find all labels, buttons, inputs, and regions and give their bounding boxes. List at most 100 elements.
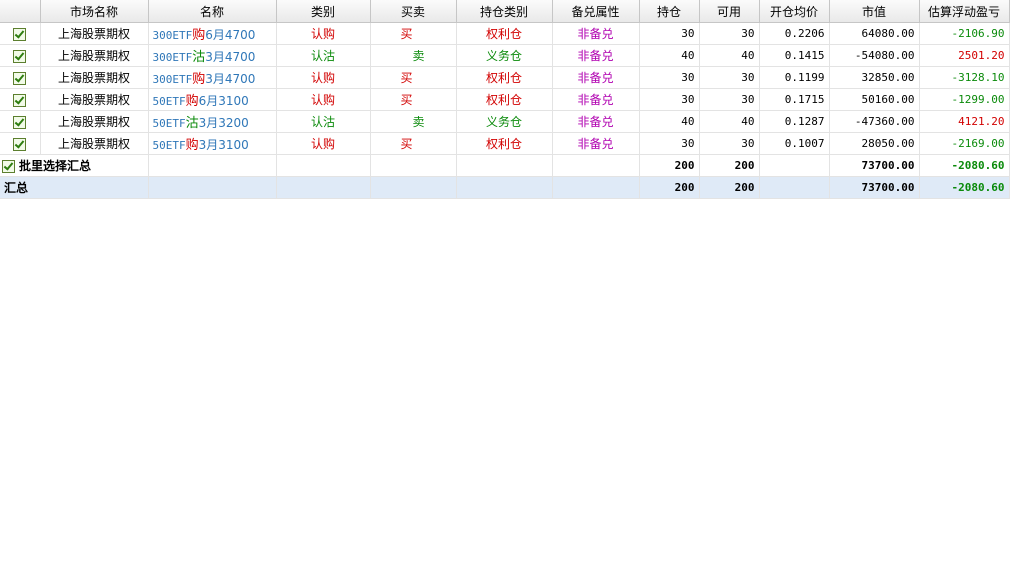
name-suffix: 6月4700 (205, 28, 256, 42)
name-char: 购 (192, 72, 206, 87)
header-position-type[interactable]: 持仓类别 (456, 0, 553, 23)
header-side[interactable]: 买卖 (370, 0, 457, 23)
empty-cell (759, 154, 830, 177)
cell-holding: 30 (639, 88, 700, 111)
cell-holding: 30 (639, 132, 700, 155)
cell-market-value: 32850.00 (829, 66, 920, 89)
cell-est-pnl: -3128.10 (919, 66, 1010, 89)
checkbox-checked-icon[interactable] (13, 115, 27, 129)
cell-cover-attr: 非备兑 (552, 44, 640, 67)
header-holding[interactable]: 持仓 (639, 0, 700, 23)
name-suffix: 3月4700 (205, 72, 256, 86)
cell-side: 买 (370, 132, 457, 155)
header-select-column[interactable] (0, 0, 41, 23)
empty-cell (552, 154, 640, 177)
cell-cover-attr: 非备兑 (552, 88, 640, 111)
cell-market-value: 64080.00 (829, 22, 920, 45)
cell-market-value: -47360.00 (829, 110, 920, 133)
cell-avg-price: 0.1007 (759, 132, 830, 155)
header-avg-price[interactable]: 开仓均价 (759, 0, 830, 23)
name-suffix: 3月3200 (198, 116, 249, 130)
cell-cover-attr: 非备兑 (552, 132, 640, 155)
cell-est-pnl: 4121.20 (919, 110, 1010, 133)
cell-market: 上海股票期权 (40, 110, 149, 133)
name-char: 购 (185, 94, 199, 109)
header-market-value[interactable]: 市值 (829, 0, 920, 23)
cell-category: 认沽 (276, 44, 371, 67)
table-row[interactable]: 上海股票期权 300ETF购3月4700 认购 买 权利仓 非备兑 30 30 … (0, 66, 1010, 89)
cell-category: 认购 (276, 22, 371, 45)
cell-market: 上海股票期权 (40, 88, 149, 111)
cell-name: 50ETF购3月3100 (148, 132, 277, 155)
cell-available: 40 (699, 44, 760, 67)
checkbox-checked-icon[interactable] (13, 27, 27, 41)
batch-holding: 200 (639, 154, 700, 177)
header-est-pnl[interactable]: 估算浮动盈亏 (919, 0, 1010, 23)
cell-market-value: -54080.00 (829, 44, 920, 67)
table-row[interactable]: 上海股票期权 50ETF沽3月3200 认沽 卖 义务仓 非备兑 40 40 0… (0, 110, 1010, 133)
header-category[interactable]: 类别 (276, 0, 371, 23)
name-prefix: 300ETF (152, 51, 193, 64)
checkbox-checked-icon[interactable] (13, 137, 27, 151)
table-row[interactable]: 上海股票期权 50ETF购3月3100 认购 买 权利仓 非备兑 30 30 0… (0, 132, 1010, 155)
row-checkbox[interactable] (0, 88, 41, 111)
batch-summary-label-cell[interactable]: 批里选择汇总 (0, 154, 149, 177)
cell-category: 认购 (276, 66, 371, 89)
empty-cell (370, 154, 457, 177)
cell-position-type: 义务仓 (456, 110, 553, 133)
row-checkbox[interactable] (0, 44, 41, 67)
cell-name: 50ETF沽3月3200 (148, 110, 277, 133)
cell-est-pnl: 2501.20 (919, 44, 1010, 67)
cell-name: 300ETF沽3月4700 (148, 44, 277, 67)
batch-summary-row[interactable]: 批里选择汇总 200 200 73700.00 -2080.60 (0, 154, 1010, 177)
header-cover-attr[interactable]: 备兑属性 (552, 0, 640, 23)
cell-name: 300ETF购6月4700 (148, 22, 277, 45)
empty-cell (370, 176, 457, 199)
cell-position-type: 权利仓 (456, 88, 553, 111)
name-prefix: 300ETF (152, 29, 193, 42)
row-checkbox[interactable] (0, 110, 41, 133)
cell-position-type: 权利仓 (456, 22, 553, 45)
checkbox-checked-icon[interactable] (13, 49, 27, 63)
cell-avg-price: 0.1415 (759, 44, 830, 67)
cell-available: 40 (699, 110, 760, 133)
cell-cover-attr: 非备兑 (552, 110, 640, 133)
checkbox-checked-icon[interactable] (13, 71, 27, 85)
name-prefix: 50ETF (152, 95, 186, 108)
name-char: 购 (185, 138, 199, 153)
row-checkbox[interactable] (0, 66, 41, 89)
checkbox-checked-icon[interactable] (2, 160, 15, 173)
checkbox-checked-icon[interactable] (13, 93, 27, 107)
cell-market-value: 50160.00 (829, 88, 920, 111)
cell-position-type: 权利仓 (456, 132, 553, 155)
empty-cell (276, 154, 371, 177)
cell-market: 上海股票期权 (40, 44, 149, 67)
header-market[interactable]: 市场名称 (40, 0, 149, 23)
batch-est-pnl: -2080.60 (919, 154, 1010, 177)
cell-name: 50ETF购6月3100 (148, 88, 277, 111)
table-row[interactable]: 上海股票期权 300ETF购6月4700 认购 买 权利仓 非备兑 30 30 … (0, 22, 1010, 45)
cell-side: 卖 (370, 110, 457, 133)
batch-summary-label: 批里选择汇总 (19, 159, 92, 173)
name-suffix: 3月3100 (198, 138, 249, 152)
batch-market-value: 73700.00 (829, 154, 920, 177)
name-prefix: 50ETF (152, 117, 186, 130)
cell-holding: 40 (639, 110, 700, 133)
row-checkbox[interactable] (0, 22, 41, 45)
positions-table: 市场名称 名称 类别 买卖 持仓类别 备兑属性 持仓 可用 开仓均价 市值 估算… (0, 0, 1010, 199)
cell-est-pnl: -2169.00 (919, 132, 1010, 155)
table-row[interactable]: 上海股票期权 300ETF沽3月4700 认沽 卖 义务仓 非备兑 40 40 … (0, 44, 1010, 67)
cell-available: 30 (699, 132, 760, 155)
cell-category: 认沽 (276, 110, 371, 133)
header-name[interactable]: 名称 (148, 0, 277, 23)
header-available[interactable]: 可用 (699, 0, 760, 23)
cell-est-pnl: -1299.00 (919, 88, 1010, 111)
cell-est-pnl: -2106.90 (919, 22, 1010, 45)
grand-total-label: 汇总 (0, 176, 149, 199)
table-row[interactable]: 上海股票期权 50ETF购6月3100 认购 买 权利仓 非备兑 30 30 0… (0, 88, 1010, 111)
empty-cell (456, 176, 553, 199)
table-header: 市场名称 名称 类别 买卖 持仓类别 备兑属性 持仓 可用 开仓均价 市值 估算… (0, 0, 1010, 23)
empty-cell (148, 176, 277, 199)
cell-side: 卖 (370, 44, 457, 67)
row-checkbox[interactable] (0, 132, 41, 155)
